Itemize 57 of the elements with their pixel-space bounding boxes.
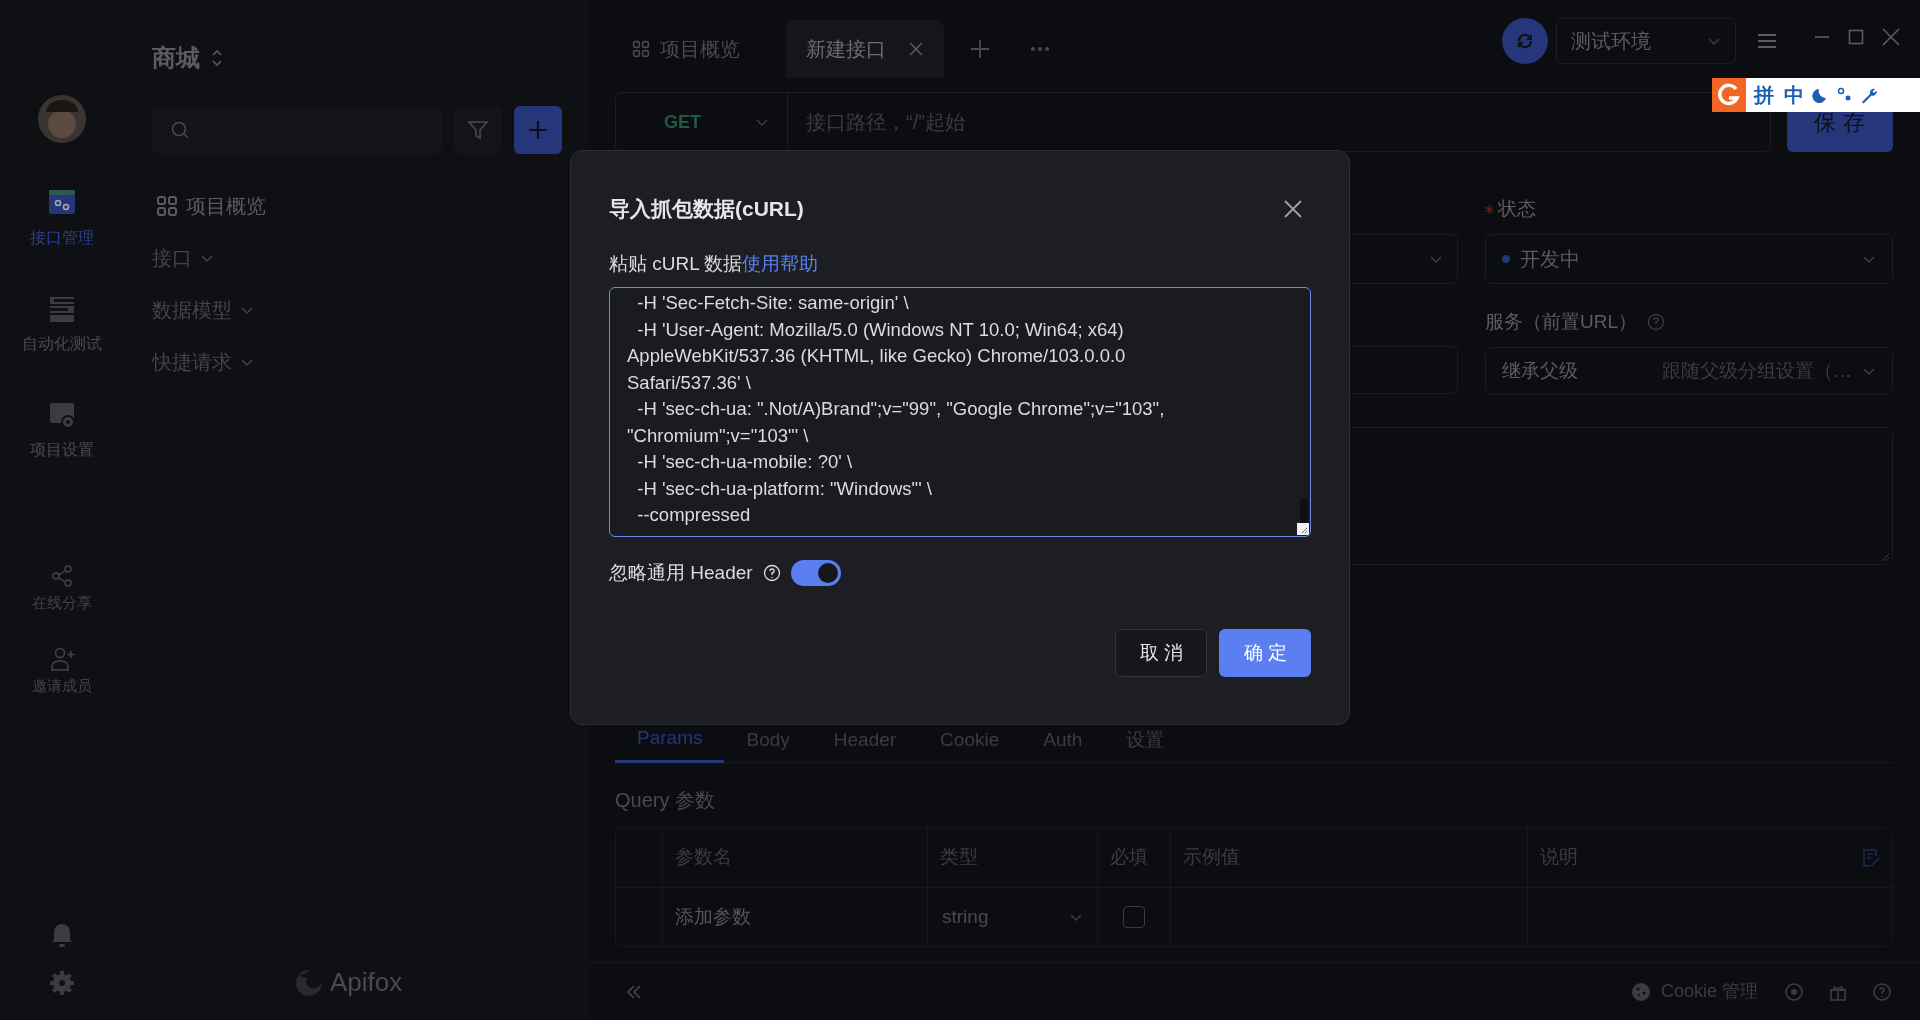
target-icon[interactable] xyxy=(1784,981,1804,1002)
app-logo: Apifox xyxy=(330,966,403,999)
wrench-icon[interactable] xyxy=(1860,86,1878,104)
plus-icon xyxy=(527,119,549,141)
resize-handle-icon xyxy=(1880,552,1890,562)
avatar-icon xyxy=(37,94,87,144)
help-icon[interactable] xyxy=(1872,981,1892,1002)
project-name[interactable]: 商城 xyxy=(152,40,200,76)
settings-icon xyxy=(49,970,75,996)
help-icon xyxy=(762,564,781,582)
curl-textarea[interactable]: -H 'Sec-Fetch-Site: same-origin' \ -H 'User-Agent: Mozilla/5.0 (Windows NT 10.0; Win64; x64) AppleWebKit/537.36 (KHTML, like Gecko) Chrome/103.0.0.0 Safari/537.36' \ -H 'sec-ch-ua: ".Not/A)Brand";v="99", "Google Chrome";v="103", "Chromium";v="103"' \ -H 'sec-ch-ua-mobile: ?0' \ -H 'sec-ch-ua-platform: "Windows"' \ --compressed xyxy=(609,287,1311,537)
server-icon xyxy=(47,294,77,324)
edit-icon xyxy=(1862,847,1880,868)
resize-handle-icon xyxy=(1297,523,1309,535)
double-chevron-left-icon[interactable] xyxy=(626,983,642,1000)
fox-logo-icon xyxy=(294,967,324,998)
required-checkbox[interactable] xyxy=(1123,906,1145,928)
type-select[interactable]: string xyxy=(934,895,1091,939)
close-icon[interactable] xyxy=(1283,199,1303,219)
field-label: 粘贴 cURL 数据 xyxy=(609,251,743,276)
nav-item[interactable]: 接口管理 xyxy=(30,226,94,250)
required-icon xyxy=(1485,204,1494,214)
search-field[interactable] xyxy=(152,106,442,154)
refresh-button[interactable] xyxy=(1502,18,1548,64)
dialog-title: 导入抓包数据(cURL) xyxy=(609,196,804,223)
status-select[interactable]: 开发中 xyxy=(1485,234,1893,284)
grid-icon xyxy=(156,195,178,217)
search-icon xyxy=(170,120,190,140)
filter-button[interactable] xyxy=(454,106,502,154)
tab[interactable]: 项目概览 xyxy=(612,20,760,78)
field-label: 状态 xyxy=(1498,196,1536,221)
gear-list-icon xyxy=(47,400,77,430)
menu-icon xyxy=(1757,33,1777,49)
status-dot-icon xyxy=(1502,255,1510,263)
sort-icon xyxy=(210,47,224,69)
cancel-button[interactable]: 取消 xyxy=(1115,629,1207,677)
grid-icon xyxy=(632,40,650,58)
environment-select[interactable]: 测试环境 xyxy=(1556,18,1736,64)
tree-item[interactable]: 项目概览 xyxy=(186,191,266,221)
cookie-icon xyxy=(1630,981,1651,1002)
field-label: 服务（前置URL） xyxy=(1485,309,1637,334)
more-icon[interactable] xyxy=(1030,46,1050,52)
filter-icon xyxy=(467,119,489,141)
plus-icon[interactable] xyxy=(970,39,990,59)
close-icon[interactable] xyxy=(1882,28,1900,46)
help-icon xyxy=(1647,313,1665,331)
add-button[interactable] xyxy=(514,106,562,154)
confirm-button[interactable]: 确定 xyxy=(1219,629,1311,677)
scrollbar-thumb[interactable] xyxy=(1300,498,1308,524)
help-link[interactable]: 使用帮助 xyxy=(742,249,819,279)
tab[interactable]: 新建接口 xyxy=(786,20,944,78)
toggle-label: 忽略通用 Header xyxy=(609,560,753,585)
toggle-switch[interactable] xyxy=(790,560,841,586)
close-icon[interactable] xyxy=(908,41,924,57)
section-title: Query 参数 xyxy=(615,788,717,813)
maximize-icon[interactable] xyxy=(1848,29,1864,45)
param-name-input[interactable]: 添加参数 xyxy=(663,888,927,946)
